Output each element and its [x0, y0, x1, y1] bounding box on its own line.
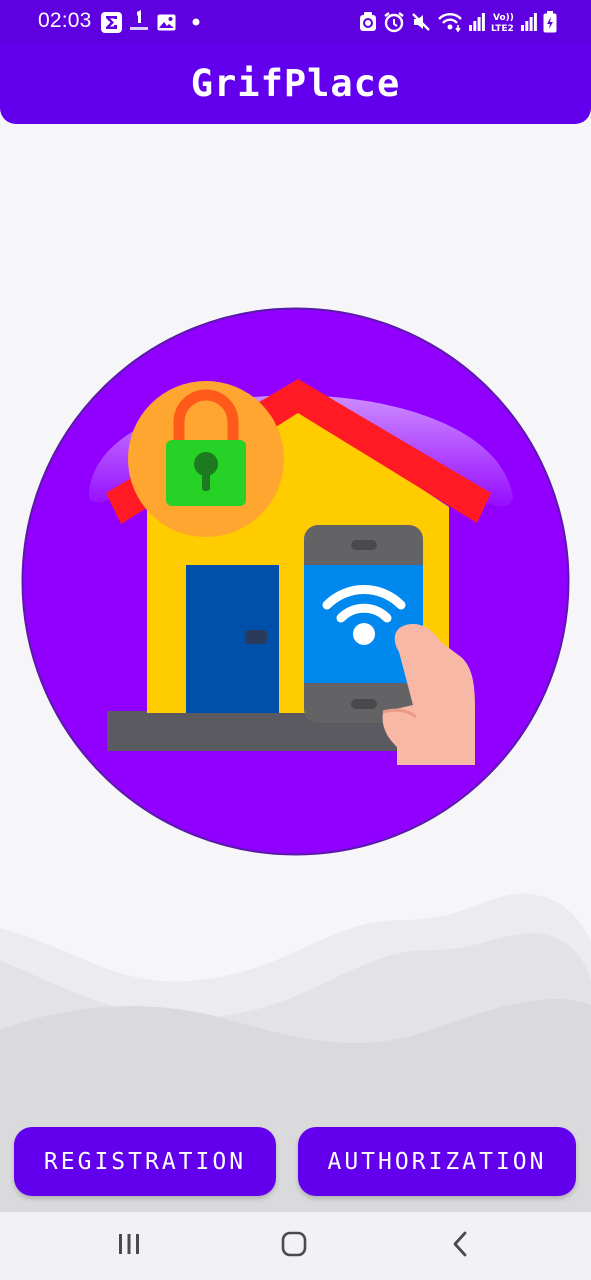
smart-home-lock-icon: [21, 307, 570, 861]
app-title: GrifPlace: [190, 62, 401, 105]
wifi-icon: [437, 12, 463, 32]
mute-icon: [411, 12, 431, 32]
volte-icon: Vo)) LTE2: [491, 11, 515, 33]
recents-icon: [117, 1232, 141, 1261]
recycle-icon: [359, 12, 377, 32]
app-notification-icon: [128, 10, 150, 34]
status-right-icons: Vo)) LTE2: [359, 9, 557, 35]
status-left-icons: [100, 10, 202, 34]
authorization-button[interactable]: AUTHORIZATION: [298, 1127, 576, 1196]
alarm-icon: [383, 11, 405, 33]
app-bar: GrifPlace: [0, 44, 591, 124]
dot-icon: [190, 16, 202, 28]
svg-text:LTE2: LTE2: [491, 24, 514, 33]
signal-icon: [521, 13, 537, 31]
registration-button[interactable]: REGISTRATION: [14, 1127, 276, 1196]
navigation-bar: [0, 1212, 591, 1280]
image-icon: [156, 13, 176, 31]
svg-text:Vo)): Vo)): [493, 13, 514, 23]
battery-icon: [543, 11, 557, 33]
back-button[interactable]: [440, 1230, 480, 1262]
recents-button[interactable]: [109, 1230, 149, 1262]
signal-icon: [469, 13, 485, 31]
status-bar: 02:03 Vo)) LTE2: [0, 0, 591, 44]
sigma-icon: [100, 11, 122, 33]
back-icon: [450, 1231, 470, 1262]
home-button[interactable]: [274, 1230, 314, 1262]
home-icon: [281, 1231, 307, 1262]
status-time: 02:03: [38, 9, 92, 32]
